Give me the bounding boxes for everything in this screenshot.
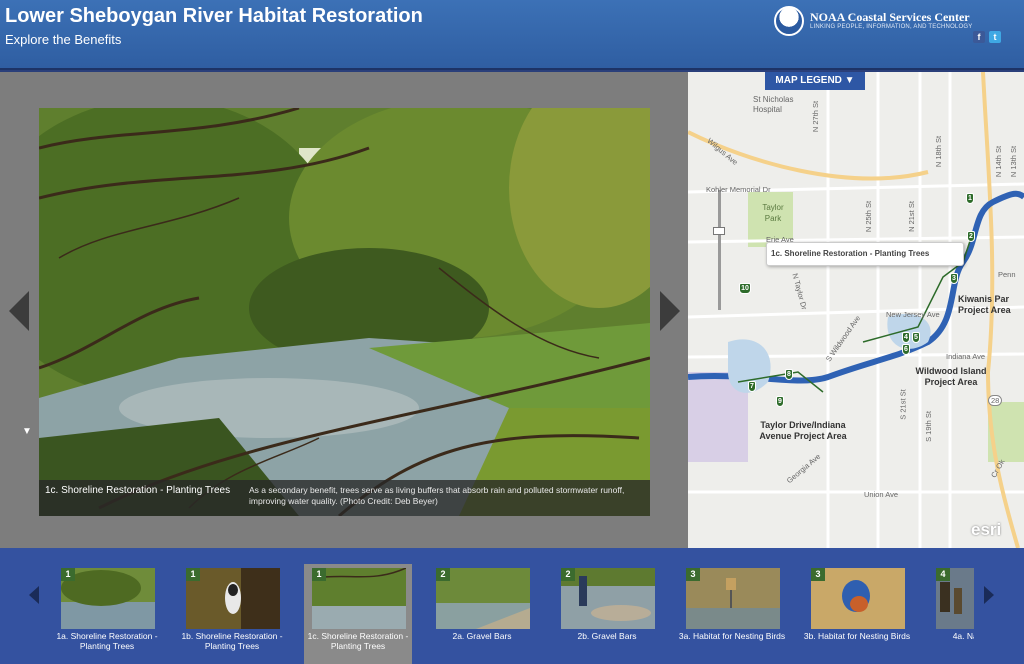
river-scene-image [39, 108, 650, 516]
thumbnail-strip: 1 1a. Shoreline Restoration - Planting T… [0, 548, 1024, 664]
map-marker[interactable]: 9 [776, 396, 784, 407]
thumbnail-image[interactable]: 1 [186, 568, 280, 629]
strip-previous-button[interactable] [29, 586, 39, 604]
map-marker[interactable]: 7 [748, 381, 756, 392]
org-tagline: LINKING PEOPLE, INFORMATION, AND TECHNOL… [810, 24, 973, 30]
caption-title: 1c. Shoreline Restoration - Planting Tre… [45, 485, 231, 496]
thumbnail-image[interactable]: 1 [312, 568, 406, 629]
thumbnail-item-selected[interactable]: 1 1c. Shoreline Restoration - Planting T… [304, 564, 412, 664]
esri-logo: esri [971, 520, 1002, 539]
thumbnail-image[interactable]: 1 [61, 568, 155, 629]
thumbnail-image[interactable]: 4 [936, 568, 974, 629]
map-marker[interactable]: 4 [902, 332, 910, 343]
thumbnail-number: 1 [186, 568, 200, 581]
thumbnail-image[interactable]: 3 [811, 568, 905, 629]
hospital-label: St Nicholas Hospital [753, 95, 794, 114]
thumbnail-item[interactable]: 3 3b. Habitat for Nesting Birds [803, 564, 911, 664]
map-marker[interactable]: 2 [967, 231, 975, 242]
thumbnail-number: 2 [436, 568, 450, 581]
route-28-shield: 28 [988, 395, 1003, 406]
street-label: N 27th St [811, 100, 821, 133]
previous-photo-button[interactable] [9, 291, 29, 331]
thumbnail-label[interactable]: 2b. Gravel Bars [553, 631, 661, 641]
zoom-slider-thumb[interactable] [713, 227, 725, 235]
caption-text: As a secondary benefit, trees serve as l… [249, 485, 625, 506]
map-popup[interactable]: 1c. Shoreline Restoration - Planting Tre… [766, 242, 964, 266]
street-label: N 14th St [994, 145, 1004, 178]
map-marker[interactable]: 10 [739, 283, 751, 294]
strip-next-button[interactable] [984, 586, 994, 604]
thumbnail-item[interactable]: 2 2a. Gravel Bars [428, 564, 536, 664]
zoom-slider-track[interactable] [718, 190, 721, 310]
wildwood-area-label: Wildwood Island Project Area [915, 366, 987, 387]
taylor-park-label: Taylor Park [762, 203, 784, 223]
facebook-icon[interactable]: f [973, 31, 985, 43]
map-marker[interactable]: 3 [950, 273, 958, 284]
thumbnail-item[interactable]: 2 2b. Gravel Bars [553, 564, 661, 664]
street-label: N 21st St [906, 201, 916, 232]
street-label: N 13th St [1009, 145, 1019, 178]
thumbnail-number: 2 [561, 568, 575, 581]
app-title: Lower Sheboygan River Habitat Restoratio… [5, 5, 423, 27]
thumbnail-item[interactable]: 1 1a. Shoreline Restoration - Planting T… [53, 564, 161, 664]
photo-viewer: 1c. Shoreline Restoration - Planting Tre… [0, 72, 688, 548]
thumbnail-image[interactable]: 2 [436, 568, 530, 629]
street-label: New Jersey Ave [886, 310, 940, 319]
org-name[interactable]: NOAA Coastal Services Center [810, 10, 970, 25]
street-label: N 18th St [934, 135, 944, 168]
street-label: S 19th St [923, 411, 933, 442]
thumbnail-label[interactable]: 1a. Shoreline Restoration - Planting Tre… [53, 631, 161, 651]
next-photo-button[interactable] [660, 291, 680, 331]
map-panel[interactable]: MAP LEGEND ▼ St Nicholas Hospital Taylor… [688, 72, 1024, 548]
map-marker[interactable]: 1 [966, 193, 974, 204]
thumbnail-number: 4 [936, 568, 950, 581]
thumbnail-label[interactable]: 3a. Habitat for Nesting Birds [678, 631, 786, 641]
thumbnail-number: 3 [686, 568, 700, 581]
thumbnail-label[interactable]: 2a. Gravel Bars [428, 631, 536, 641]
street-label: Union Ave [864, 490, 899, 499]
street-label: Penn [998, 270, 1016, 279]
map-marker[interactable]: 6 [902, 344, 910, 355]
thumbnail-window: 1 1a. Shoreline Restoration - Planting T… [42, 548, 974, 664]
thumbnail-item[interactable]: 3 3a. Habitat for Nesting Birds [678, 564, 786, 664]
thumbnail-item[interactable]: 1 1b. Shoreline Restoration - Planting T… [178, 564, 286, 664]
app-subtitle: Explore the Benefits [5, 32, 122, 47]
noaa-logo-icon[interactable] [774, 6, 804, 36]
thumbnail-label[interactable]: 1c. Shoreline Restoration - Planting Tre… [304, 631, 412, 651]
thumbnail-image[interactable]: 3 [686, 568, 780, 629]
caption-toggle-icon[interactable]: ▼ [22, 426, 32, 437]
header-bar: Lower Sheboygan River Habitat Restoratio… [0, 0, 1024, 70]
thumbnail-number: 1 [61, 568, 75, 581]
map-marker[interactable]: 5 [912, 332, 920, 343]
caption-bar: 1c. Shoreline Restoration - Planting Tre… [39, 480, 650, 516]
thumbnail-label[interactable]: 4a. Natural Stal [928, 631, 974, 641]
thumbnail-item[interactable]: 4 4a. Natural Stal [928, 564, 974, 664]
street-label: S 21st St [898, 389, 908, 420]
map-marker[interactable]: 8 [785, 369, 793, 380]
thumbnail-number: 1 [312, 568, 326, 581]
street-label: Indiana Ave [946, 352, 986, 361]
street-label: Kohler Memorial Dr [706, 185, 771, 194]
map-legend-button[interactable]: MAP LEGEND ▼ [765, 72, 865, 90]
featured-photo: 1c. Shoreline Restoration - Planting Tre… [39, 108, 650, 516]
twitter-icon[interactable]: t [989, 31, 1001, 43]
taylor-area-label: Taylor Drive/Indiana Avenue Project Area [759, 420, 847, 441]
thumbnail-label[interactable]: 1b. Shoreline Restoration - Planting Tre… [178, 631, 286, 651]
thumbnail-number: 3 [811, 568, 825, 581]
street-label: N 25th St [864, 200, 874, 233]
kiwanis-area-label: Kiwanis Par Project Area [958, 294, 1011, 315]
thumbnail-label[interactable]: 3b. Habitat for Nesting Birds [803, 631, 911, 641]
thumbnail-image[interactable]: 2 [561, 568, 655, 629]
